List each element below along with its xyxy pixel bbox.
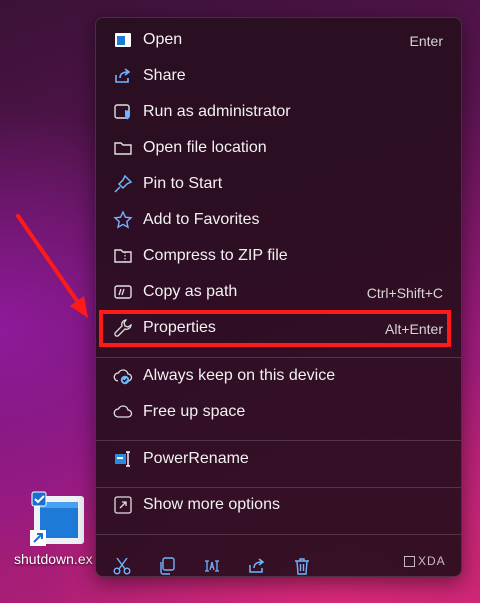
annotation-arrow-icon	[16, 214, 88, 318]
xda-logo-icon	[404, 556, 415, 568]
xda-watermark: XDA	[404, 554, 446, 568]
